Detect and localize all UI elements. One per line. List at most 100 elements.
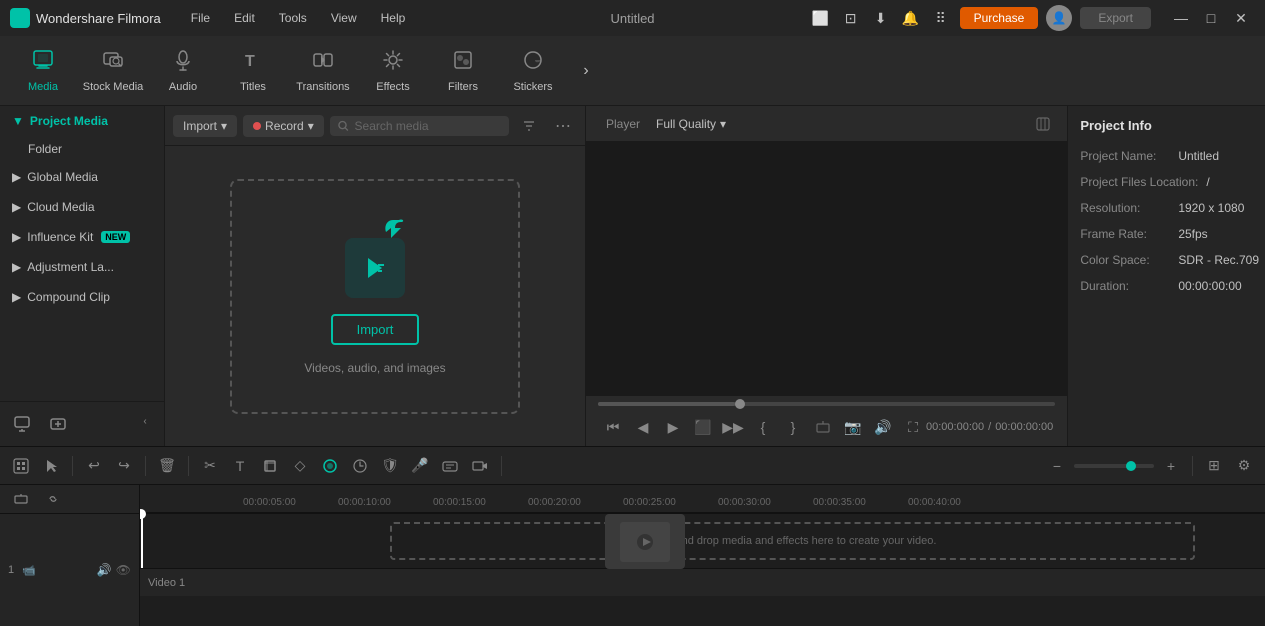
toolbar-stickers[interactable]: Stickers — [498, 41, 568, 101]
timeline-select-button[interactable] — [38, 453, 64, 479]
toolbar-filters[interactable]: Filters — [428, 41, 498, 101]
sidebar-arrow-right-influence: ▶ — [12, 230, 21, 244]
maximize-button[interactable]: □ — [1197, 4, 1225, 32]
track-1-eye-icon[interactable]: 👁 — [116, 563, 131, 577]
sidebar-item-global[interactable]: ▶ Global Media — [0, 162, 164, 192]
timeline-auto-caption-button[interactable] — [437, 453, 463, 479]
media-more-button[interactable]: ⋯ — [549, 112, 577, 140]
monitor-icon[interactable]: ⬜ — [810, 7, 832, 29]
filter-button[interactable] — [515, 112, 543, 140]
toolbar-audio[interactable]: Audio — [148, 41, 218, 101]
zoom-out-button[interactable]: − — [1044, 453, 1070, 479]
timeline-toolbar: ↩ ↪ 🗑 ✂ T ◇ 🛡 🎤 — [0, 447, 1265, 485]
mark-out-button[interactable]: } — [780, 414, 806, 440]
timeline-add-track-row — [0, 485, 139, 513]
progress-bar[interactable] — [598, 402, 1055, 406]
record-dot-icon — [253, 122, 261, 130]
timeline-cut-button[interactable]: ✂ — [197, 453, 223, 479]
download-icon[interactable]: ⬇ — [870, 7, 892, 29]
menu-edit[interactable]: Edit — [224, 7, 265, 29]
timeline-speed-button[interactable] — [347, 453, 373, 479]
play-button[interactable]: ▶ — [660, 414, 686, 440]
info-value-framerate: 25fps — [1178, 227, 1207, 241]
timeline-settings-button[interactable]: ⚙ — [1231, 453, 1257, 479]
sidebar-folder[interactable]: Folder — [0, 136, 164, 162]
toolbar-titles[interactable]: T Titles — [218, 41, 288, 101]
timeline-track-labels: 1 📹 🔊 👁 — [0, 485, 140, 626]
timeline-redo-button[interactable]: ↪ — [111, 453, 137, 479]
info-value-duration: 00:00:00:00 — [1178, 279, 1241, 293]
snapshot-button[interactable]: 📷 — [840, 414, 866, 440]
prev-frame-button[interactable]: ◀ — [630, 414, 656, 440]
import-center-button[interactable]: Import — [331, 314, 420, 345]
menu-file[interactable]: File — [181, 7, 220, 29]
sidebar-project-media[interactable]: ▼ Project Media — [0, 106, 164, 136]
track-1-icons: 🔊 👁 — [97, 563, 131, 577]
sidebar-arrow-right-compound: ▶ — [12, 290, 21, 304]
minimize-button[interactable]: — — [1167, 4, 1195, 32]
tl-separator-5 — [1192, 456, 1193, 476]
timeline-scene-button[interactable] — [8, 453, 34, 479]
audio-button[interactable]: 🔊 — [870, 414, 896, 440]
timeline-add-track-btn[interactable] — [8, 486, 34, 512]
search-input[interactable] — [355, 119, 501, 133]
timeline-motion-button[interactable] — [317, 453, 343, 479]
media-content: Import Videos, audio, and images — [165, 146, 585, 446]
zoom-in-button[interactable]: + — [1158, 453, 1184, 479]
timeline-keyframe-button[interactable]: ◇ — [287, 453, 313, 479]
toolbar-more-button[interactable]: › — [572, 57, 600, 85]
sidebar-item-cloud[interactable]: ▶ Cloud Media — [0, 192, 164, 222]
purchase-button[interactable]: Purchase — [960, 7, 1039, 29]
import-toolbar-button[interactable]: Import ▾ — [173, 115, 237, 137]
display-icon[interactable]: ⊡ — [840, 7, 862, 29]
timeline-crop-button[interactable] — [257, 453, 283, 479]
sidebar-item-influence[interactable]: ▶ Influence Kit NEW — [0, 222, 164, 252]
ruler-mark-5: 00:00:25:00 — [623, 497, 718, 508]
timeline-view-button[interactable]: ⊞ — [1201, 453, 1227, 479]
export-button[interactable]: Export — [1080, 7, 1151, 29]
mark-in-button[interactable]: { — [750, 414, 776, 440]
timeline-undo-button[interactable]: ↩ — [81, 453, 107, 479]
toolbar-stock[interactable]: Stock Media — [78, 41, 148, 101]
sidebar-collapse-button[interactable]: ‹ — [134, 410, 156, 432]
next-frame-button[interactable]: ▶▶ — [720, 414, 746, 440]
track-1-content[interactable]: Drag and drop media and effects here to … — [140, 513, 1265, 568]
record-toolbar-button[interactable]: Record ▾ — [243, 115, 324, 137]
stop-button[interactable]: ⬛ — [690, 414, 716, 440]
media-panel: Import ▾ Record ▾ — [165, 106, 585, 446]
record-toolbar-label: Record — [265, 119, 304, 133]
timeline-voiceover-button[interactable]: 🎤 — [407, 453, 433, 479]
sidebar-add-button[interactable] — [8, 410, 36, 438]
timeline-delete-button[interactable]: 🗑 — [154, 453, 180, 479]
timeline-video-button[interactable] — [467, 453, 493, 479]
toolbar-transitions[interactable]: Transitions — [288, 41, 358, 101]
skip-start-button[interactable]: ⏮ — [600, 414, 626, 440]
player-tab[interactable]: Player — [598, 113, 648, 135]
quality-select[interactable]: Full Quality ▾ — [656, 117, 726, 131]
sidebar-item-adjustment[interactable]: ▶ Adjustment La... — [0, 252, 164, 282]
timeline-protect-button[interactable]: 🛡 — [377, 453, 403, 479]
zoom-slider[interactable] — [1074, 464, 1154, 468]
add-to-timeline-button[interactable] — [810, 414, 836, 440]
zoom-handle[interactable] — [1126, 461, 1136, 471]
toolbar-media[interactable]: Media — [8, 41, 78, 101]
avatar[interactable]: 👤 — [1046, 5, 1072, 31]
import-drop-zone[interactable]: Import Videos, audio, and images — [230, 179, 520, 414]
track-1-audio-icon[interactable]: 🔊 — [97, 563, 112, 577]
menu-view[interactable]: View — [321, 7, 367, 29]
menu-tools[interactable]: Tools — [269, 7, 317, 29]
bell-icon[interactable]: 🔔 — [900, 7, 922, 29]
close-button[interactable]: ✕ — [1227, 4, 1255, 32]
menu-help[interactable]: Help — [371, 7, 416, 29]
drop-zone[interactable]: Drag and drop media and effects here to … — [390, 522, 1195, 560]
progress-handle[interactable] — [735, 399, 745, 409]
toolbar-effects[interactable]: Effects — [358, 41, 428, 101]
fullscreen-button[interactable]: ⛶ — [900, 414, 926, 440]
grid-icon[interactable]: ⠿ — [930, 7, 952, 29]
tl-separator-4 — [501, 456, 502, 476]
player-settings-icon[interactable] — [1031, 112, 1055, 136]
timeline-link-btn[interactable] — [40, 486, 66, 512]
sidebar-item-compound[interactable]: ▶ Compound Clip — [0, 282, 164, 312]
timeline-text-button[interactable]: T — [227, 453, 253, 479]
sidebar-link-button[interactable] — [44, 410, 72, 438]
